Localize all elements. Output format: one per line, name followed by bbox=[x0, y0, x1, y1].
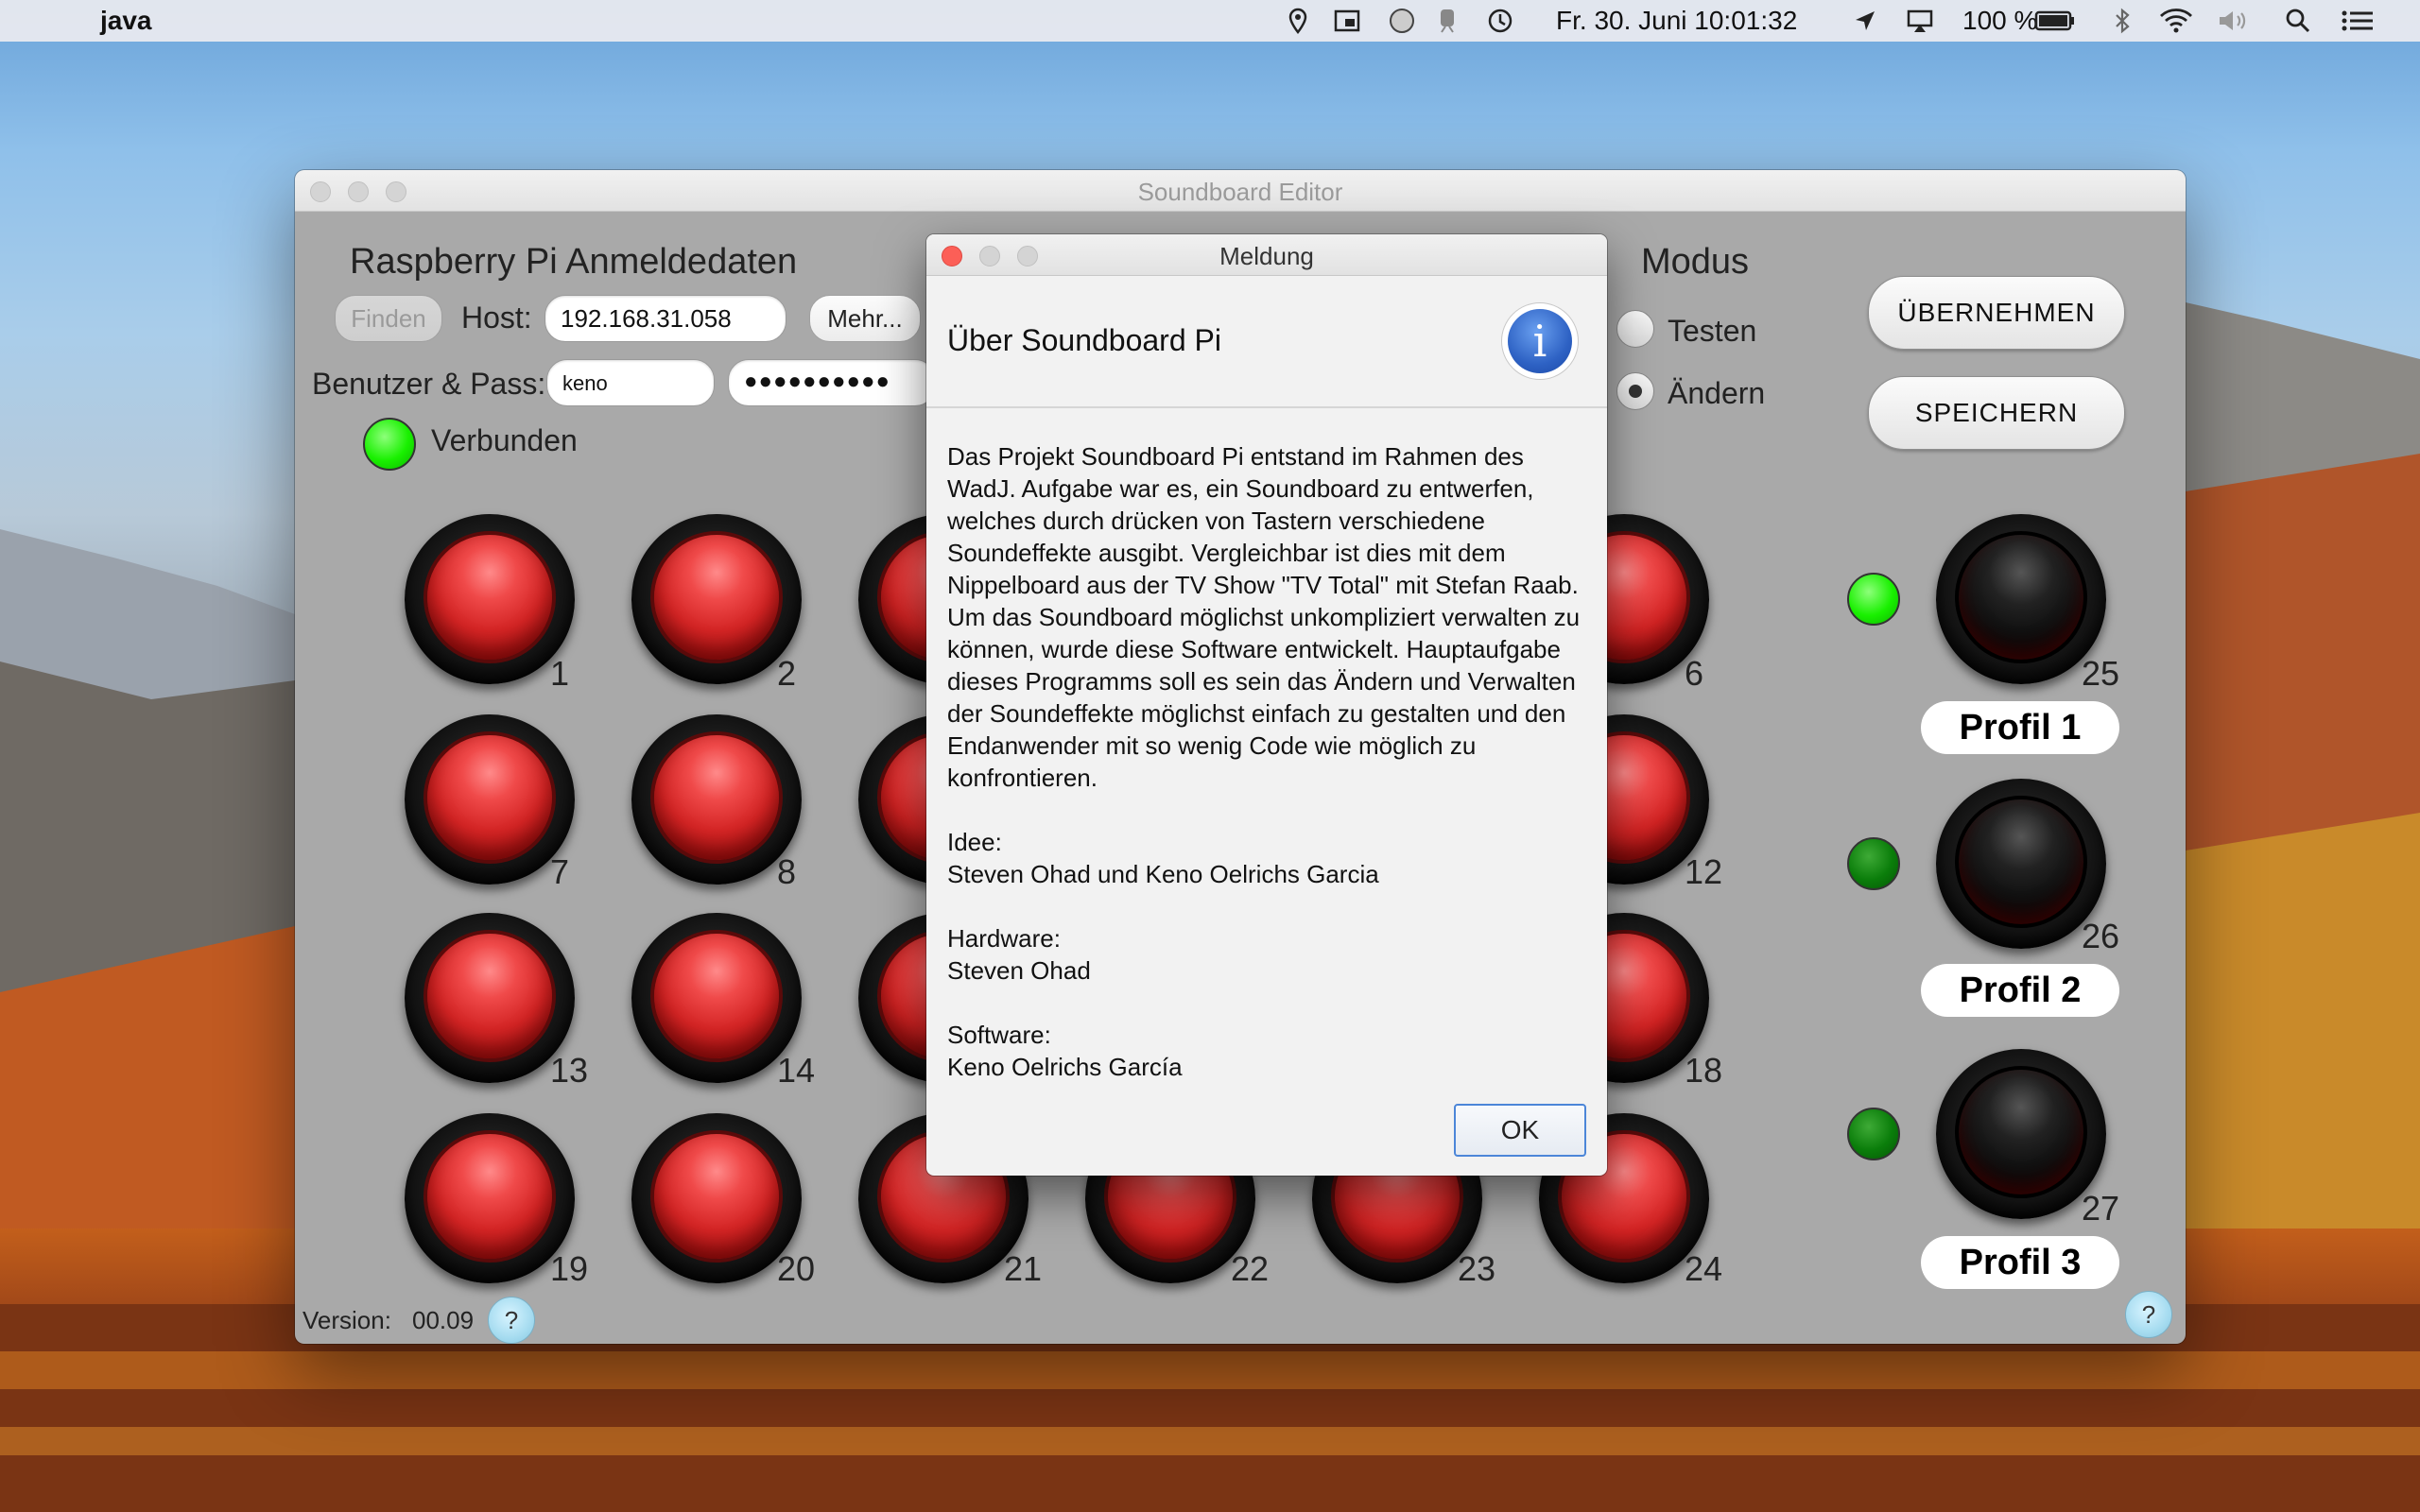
profile-2-label: Profil 2 bbox=[1921, 964, 2119, 1017]
sound-pad-7[interactable] bbox=[405, 714, 575, 885]
mode-edit-label[interactable]: Ändern bbox=[1668, 376, 1765, 411]
pad-number: 6 bbox=[1685, 654, 1704, 693]
save-button[interactable]: SPEICHERN bbox=[1868, 376, 2125, 450]
profile-3-led bbox=[1847, 1108, 1900, 1160]
hardware-value: Steven Ohad bbox=[947, 956, 1091, 985]
dialog-description: Das Projekt Soundboard Pi entstand im Ra… bbox=[947, 442, 1581, 792]
pad-number: 13 bbox=[550, 1051, 589, 1090]
user-pass-label: Benutzer & Pass: bbox=[312, 367, 546, 401]
software-label: Software: bbox=[947, 1021, 1051, 1049]
more-button[interactable]: Mehr... bbox=[809, 295, 921, 342]
software-value: Keno Oelrichs García bbox=[947, 1053, 1183, 1081]
pad-number: 12 bbox=[1685, 852, 1723, 891]
battery-percent[interactable]: 100 % bbox=[1962, 6, 2037, 36]
volume-icon[interactable] bbox=[2216, 7, 2254, 35]
password-input[interactable]: ●●●●●●●●●● bbox=[728, 359, 936, 406]
battery-icon[interactable] bbox=[2034, 7, 2076, 35]
pad-number: 8 bbox=[777, 852, 797, 891]
sound-pad-14[interactable] bbox=[631, 913, 802, 1083]
menu-bar: java Fr. 30. Juni 10:01:32 100 % bbox=[0, 0, 2420, 42]
profile-2-button[interactable] bbox=[1936, 779, 2106, 949]
mode-test-label[interactable]: Testen bbox=[1668, 314, 1756, 349]
about-dialog: Meldung Über Soundboard Pi i Das Projekt… bbox=[926, 234, 1607, 1176]
mode-test-radio[interactable] bbox=[1616, 310, 1654, 348]
login-section-title: Raspberry Pi Anmeldedaten bbox=[350, 242, 798, 282]
location-arrow-icon[interactable] bbox=[1851, 7, 1879, 35]
pad-number: 14 bbox=[777, 1051, 816, 1090]
profile-number: 25 bbox=[2082, 654, 2120, 693]
apply-button[interactable]: ÜBERNEHMEN bbox=[1868, 276, 2125, 350]
profile-1-led bbox=[1847, 573, 1900, 626]
profile-1-label: Profil 1 bbox=[1921, 701, 2119, 754]
sound-pad-2[interactable] bbox=[631, 514, 802, 684]
profile-2-led bbox=[1847, 837, 1900, 890]
version-value: 00.09 bbox=[412, 1306, 475, 1334]
pad-number: 2 bbox=[777, 654, 797, 693]
dialog-heading: Über Soundboard Pi bbox=[947, 323, 1221, 357]
sound-pad-13[interactable] bbox=[405, 913, 575, 1083]
airplay-icon[interactable] bbox=[1906, 7, 1934, 35]
hardware-label: Hardware: bbox=[947, 924, 1061, 953]
help-button-left[interactable]: ? bbox=[488, 1297, 535, 1344]
find-button[interactable]: Finden bbox=[335, 295, 442, 342]
profile-3-button[interactable] bbox=[1936, 1049, 2106, 1219]
bluetooth-icon[interactable] bbox=[2108, 7, 2136, 35]
profile-1-button[interactable] bbox=[1936, 514, 2106, 684]
username-input[interactable]: keno bbox=[546, 359, 715, 406]
idea-value: Steven Ohad und Keno Oelrichs Garcia bbox=[947, 860, 1379, 888]
dialog-title: Meldung bbox=[1219, 242, 1314, 270]
pad-number: 21 bbox=[1004, 1249, 1043, 1288]
location-icon[interactable] bbox=[1284, 7, 1312, 35]
sound-pad-19[interactable] bbox=[405, 1113, 575, 1283]
spotlight-search-icon[interactable] bbox=[2284, 7, 2312, 35]
time-machine-icon[interactable] bbox=[1486, 7, 1514, 35]
connection-status-led bbox=[363, 418, 416, 471]
pad-number: 22 bbox=[1231, 1249, 1270, 1288]
window-title: Soundboard Editor bbox=[1137, 178, 1343, 206]
train-icon[interactable] bbox=[1433, 7, 1461, 35]
pad-number: 18 bbox=[1685, 1051, 1723, 1090]
version-label: Version: bbox=[302, 1306, 391, 1334]
pad-number: 20 bbox=[777, 1249, 816, 1288]
pad-number: 7 bbox=[550, 852, 570, 891]
status-circle-icon[interactable] bbox=[1388, 7, 1416, 35]
dialog-body: Das Projekt Soundboard Pi entstand im Ra… bbox=[947, 440, 1590, 1083]
ok-button[interactable]: OK bbox=[1454, 1104, 1586, 1157]
sound-pad-8[interactable] bbox=[631, 714, 802, 885]
app-menu-name[interactable]: java bbox=[100, 6, 152, 36]
pad-number: 19 bbox=[550, 1249, 589, 1288]
cast-icon[interactable] bbox=[1333, 7, 1361, 35]
profile-3-label: Profil 3 bbox=[1921, 1236, 2119, 1289]
notification-center-icon[interactable] bbox=[2341, 7, 2375, 35]
idea-label: Idee: bbox=[947, 828, 1002, 856]
dialog-divider bbox=[926, 406, 1607, 408]
dialog-titlebar[interactable]: Meldung bbox=[926, 234, 1607, 276]
info-icon: i bbox=[1501, 302, 1579, 380]
profile-number: 27 bbox=[2082, 1189, 2120, 1228]
connection-status-label: Verbunden bbox=[431, 423, 578, 457]
pad-number: 1 bbox=[550, 654, 570, 693]
mode-edit-radio[interactable] bbox=[1616, 372, 1654, 410]
pad-number: 24 bbox=[1685, 1249, 1723, 1288]
menubar-clock[interactable]: Fr. 30. Juni 10:01:32 bbox=[1556, 6, 1797, 36]
mode-section-title: Modus bbox=[1641, 242, 1750, 282]
host-label: Host: bbox=[461, 301, 532, 335]
sound-pad-20[interactable] bbox=[631, 1113, 802, 1283]
profile-number: 26 bbox=[2082, 917, 2120, 955]
help-button-right[interactable]: ? bbox=[2125, 1291, 2172, 1338]
pad-number: 23 bbox=[1458, 1249, 1496, 1288]
sound-pad-1[interactable] bbox=[405, 514, 575, 684]
wifi-icon[interactable] bbox=[2157, 7, 2195, 35]
window-titlebar[interactable]: Soundboard Editor bbox=[295, 170, 2186, 212]
host-input[interactable]: 192.168.31.058 bbox=[544, 295, 786, 342]
